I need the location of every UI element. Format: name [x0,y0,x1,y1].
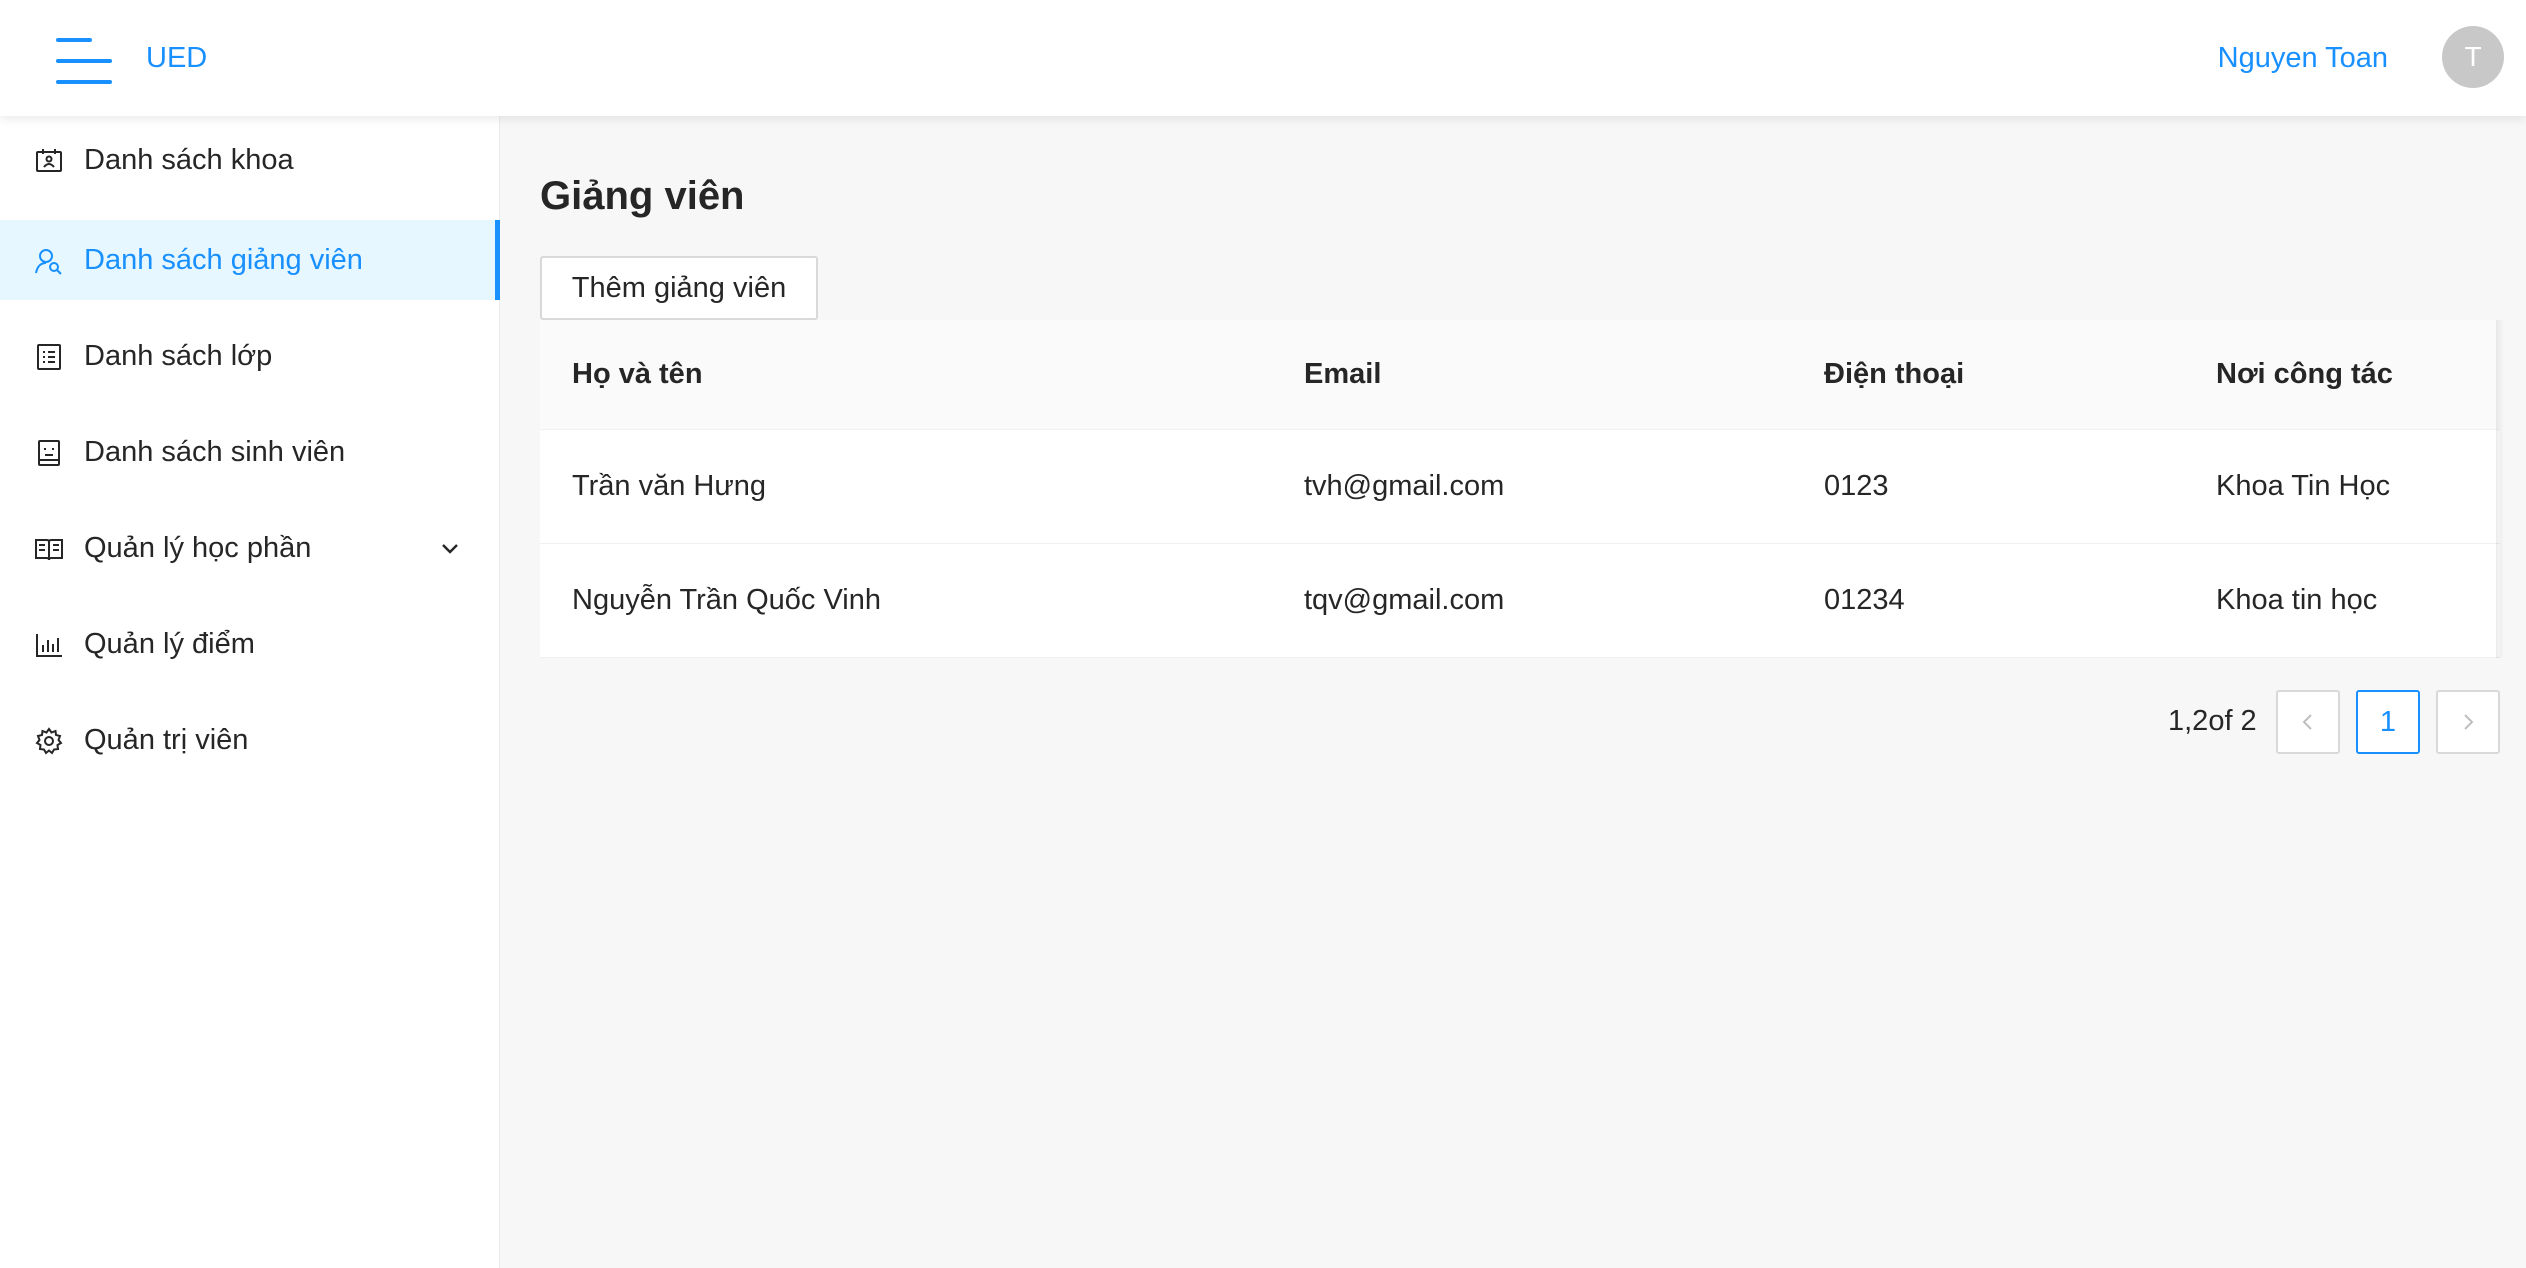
list-document-icon [34,342,64,372]
user-name-link[interactable]: Nguyen Toan [2218,38,2388,78]
avatar[interactable]: T [2442,26,2504,88]
cell-workplace: Khoa tin học [2216,584,2378,616]
brand-logo-text[interactable]: UED [146,38,207,78]
sidebar-item-departments[interactable]: Danh sách khoa [0,120,500,200]
pagination-page-1[interactable]: 1 [2356,690,2420,754]
cell-name: Nguyễn Trần Quốc Vinh [572,584,881,616]
table-header-row: Họ và tên Email Điện thoại Nơi công tác [540,320,2500,430]
id-card-icon [34,146,64,176]
top-header: UED Nguyen Toan T [0,0,2526,116]
cell-phone: 0123 [1824,470,1889,502]
sidebar-item-label: Quản lý học phần [84,532,312,564]
sidebar-item-admins[interactable]: Quản trị viên [0,700,500,780]
menu-toggle-icon[interactable] [56,36,112,86]
sidebar-item-label: Quản trị viên [84,724,249,756]
cell-phone: 01234 [1824,584,1905,616]
bar-chart-icon [34,630,64,660]
table-row[interactable]: Nguyễn Trần Quốc Vinh tqv@gmail.com 0123… [540,544,2500,658]
sidebar-item-grades[interactable]: Quản lý điểm [0,604,500,684]
column-header-name: Họ và tên [572,358,703,390]
pagination-total: 1,2of 2 [2168,705,2257,737]
column-header-email: Email [1304,358,1382,390]
sidebar-item-lecturers[interactable]: Danh sách giảng viên [0,220,500,300]
cell-email: tqv@gmail.com [1304,584,1505,616]
sidebar-item-label: Danh sách sinh viên [84,436,346,468]
chevron-down-icon[interactable] [438,536,462,560]
pagination-next-button[interactable] [2436,690,2500,754]
gear-icon [34,726,64,756]
sidebar-item-students[interactable]: Danh sách sinh viên [0,412,500,492]
add-lecturer-button[interactable]: Thêm giảng viên [540,256,818,320]
user-search-icon [34,246,64,276]
sidebar-item-classes[interactable]: Danh sách lớp [0,316,500,396]
chevron-left-icon [2302,714,2312,730]
sidebar-item-label: Danh sách khoa [84,144,294,176]
sidebar-item-courses[interactable]: Quản lý học phần [0,508,500,588]
sidebar: Danh sách khoa Danh sách giảng viên Danh… [0,116,500,1268]
student-icon [34,438,64,468]
page-title: Giảng viên [540,174,745,218]
cell-workplace: Khoa Tin Học [2216,470,2391,502]
sidebar-item-label: Quản lý điểm [84,628,255,660]
lecturer-table: Họ và tên Email Điện thoại Nơi công tác … [540,320,2500,658]
pagination-prev-button[interactable] [2276,690,2340,754]
table-row[interactable]: Trần văn Hưng tvh@gmail.com 0123 Khoa Ti… [540,430,2500,544]
chevron-right-icon [2464,714,2474,730]
column-header-workplace: Nơi công tác [2216,358,2393,390]
book-icon [34,534,64,564]
table-scroll-shadow [2496,320,2504,658]
cell-name: Trần văn Hưng [572,470,767,502]
cell-email: tvh@gmail.com [1304,470,1505,502]
sidebar-item-label: Danh sách giảng viên [84,244,363,276]
sidebar-item-label: Danh sách lớp [84,340,273,372]
column-header-phone: Điện thoại [1824,358,1965,390]
